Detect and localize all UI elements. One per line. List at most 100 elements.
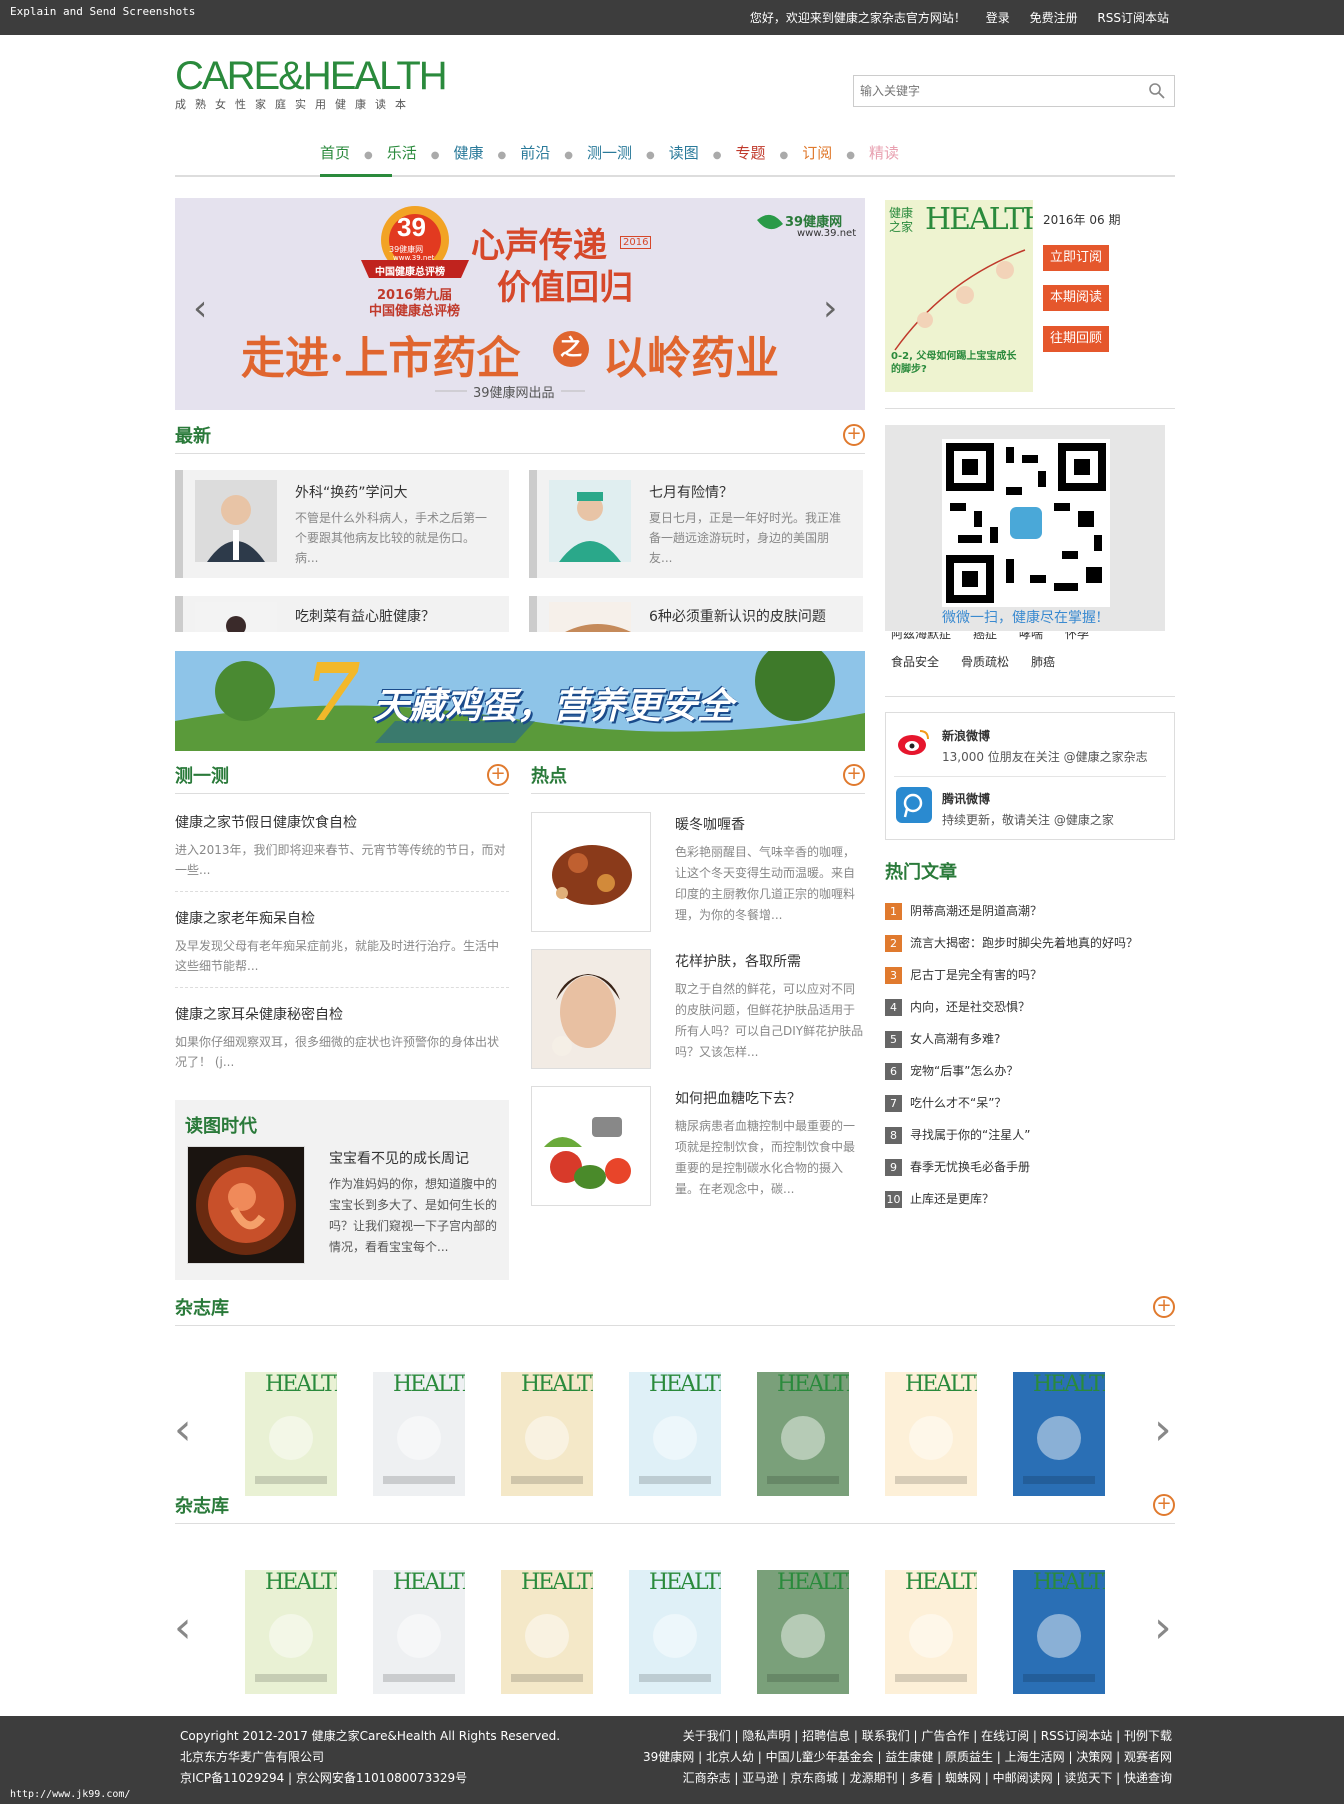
latest-title-2[interactable]: 七月有险情？ (649, 482, 733, 502)
social-name-2[interactable]: 腾讯微博 (942, 790, 990, 807)
weibo-icon[interactable] (896, 727, 932, 757)
latest-title-1[interactable]: 外科“换药”学问大 (295, 482, 408, 502)
library-next-arrow[interactable]: › (1154, 1408, 1172, 1452)
library-more-icon[interactable]: + (1153, 1494, 1175, 1516)
hot-item[interactable]: 如何把血糖吃下去？ 糖尿病患者血糖控制中最重要的一项就是控制饮食，而控制饮食中最… (531, 1086, 865, 1206)
latest-card[interactable]: 外科“换药”学问大 不管是什么外科病人，手术之后第一个要跟其他病友比较的就是伤口… (175, 470, 509, 578)
magazine-cover-thumb[interactable]: HEALTH (757, 1570, 849, 1694)
subscribe-button[interactable]: 立即订阅 (1043, 245, 1109, 271)
hot-article-title[interactable]: 寻找属于你的“注星人” (910, 1128, 1030, 1142)
test-item-title-2[interactable]: 健康之家老年痴呆自检 (175, 908, 509, 928)
latest-card[interactable]: 6种必须重新认识的皮肤问题 (529, 596, 863, 632)
nav-item[interactable]: 测一测 (587, 142, 632, 163)
read-now-button[interactable]: 本期阅读 (1043, 285, 1109, 311)
hot-article-item[interactable]: 5 女人高潮有多难? (885, 1030, 1175, 1062)
search-icon[interactable] (1148, 82, 1166, 100)
nav-item[interactable]: 健康 (454, 142, 484, 163)
latest-title-3[interactable]: 吃刺菜有益心脏健康？ (295, 606, 435, 626)
magazine-cover-thumb[interactable]: HEALTH (757, 1372, 849, 1496)
hot-article-item[interactable]: 9 春季无忧换毛必备手册 (885, 1158, 1175, 1190)
tag-button[interactable]: 阿兹海默症 (885, 632, 958, 645)
past-issues-button[interactable]: 往期回顾 (1043, 326, 1109, 352)
hot-article-item[interactable]: 6 宠物“后事”怎么办？ (885, 1062, 1175, 1094)
register-link[interactable]: 免费注册 (1030, 11, 1078, 25)
hot-article-item[interactable]: 8 寻找属于你的“注星人” (885, 1126, 1175, 1158)
tag-button[interactable]: 食品安全 (885, 650, 946, 673)
hot-article-title[interactable]: 女人高潮有多难? (910, 1032, 1000, 1046)
magazine-cover-thumb[interactable]: HEALTH (245, 1570, 337, 1694)
hot-article-item[interactable]: 2 流言大揭密：跑步时脚尖先着地真的好吗？ (885, 934, 1175, 966)
magazine-cover-thumb[interactable]: HEALTH (1013, 1372, 1105, 1496)
magazine-cover-thumb[interactable]: HEALTH (885, 1570, 977, 1694)
nav-item[interactable]: 订阅 (802, 142, 832, 163)
latest-card[interactable]: 吃刺菜有益心脏健康？ (175, 596, 509, 632)
magazine-cover-thumb[interactable]: HEALTH (629, 1570, 721, 1694)
hot-article-title[interactable]: 止库还是更库？ (910, 1192, 994, 1206)
nav-item[interactable]: 首页 (320, 142, 350, 163)
latest-card[interactable]: 七月有险情？ 夏日七月，正是一年好时光。我正准备一趟远途游玩时，身边的美国朋友.… (529, 470, 863, 578)
library-next-arrow[interactable]: › (1154, 1606, 1172, 1650)
login-link[interactable]: 登录 (986, 11, 1010, 25)
test-item-title-1[interactable]: 健康之家节假日健康饮食自检 (175, 812, 509, 832)
hot-article-item[interactable]: 3 尼古丁是完全有害的吗？ (885, 966, 1175, 998)
nav-item[interactable]: 精读 (869, 142, 899, 163)
tag-button[interactable]: 骨质疏松 (955, 650, 1016, 673)
hot-article-title[interactable]: 阴蒂高潮还是阴道高潮？ (910, 904, 1042, 918)
library-more-icon[interactable]: + (1153, 1296, 1175, 1318)
hot-more-icon[interactable]: + (843, 764, 865, 786)
reading-item-title[interactable]: 宝宝看不见的成长周记 (329, 1148, 469, 1168)
hot-article-title[interactable]: 春季无忧换毛必备手册 (910, 1160, 1030, 1174)
magazine-cover-thumb[interactable]: HEALTH (501, 1570, 593, 1694)
hero-banner[interactable]: 39 39健康网 www.39.net 中国健康总评榜 2016第九届 中国健康… (175, 198, 865, 410)
nav-item[interactable]: 读图 (669, 142, 699, 163)
hot-item-title-3[interactable]: 如何把血糖吃下去？ (675, 1088, 801, 1108)
test-item-title-3[interactable]: 健康之家耳朵健康秘密自检 (175, 1004, 509, 1024)
footer-links-row1[interactable]: 关于我们 | 隐私声明 | 招聘信息 | 联系我们 | 广告合作 | 在线订阅 … (643, 1726, 1172, 1747)
library-prev-arrow[interactable]: ‹ (174, 1408, 192, 1452)
list-item[interactable]: 健康之家节假日健康饮食自检 进入2013年，我们即将迎来春节、元宵节等传统的节日… (175, 812, 509, 892)
nav-item[interactable]: 专题 (736, 142, 766, 163)
magazine-cover-thumb[interactable]: HEALTH (373, 1570, 465, 1694)
tag-button[interactable]: 肺癌 (1025, 650, 1062, 673)
test-more-icon[interactable]: + (487, 764, 509, 786)
rss-link[interactable]: RSS订阅本站 (1097, 11, 1169, 25)
hot-article-item[interactable]: 4 内向，还是社交恐惧？ (885, 998, 1175, 1030)
magazine-cover-thumb[interactable]: HEALTH (501, 1372, 593, 1496)
tag-button[interactable]: 哮喘 (1013, 632, 1050, 645)
latest-more-icon[interactable]: + (843, 424, 865, 446)
magazine-cover-thumb[interactable]: HEALTH (1013, 1570, 1105, 1694)
hot-article-title[interactable]: 流言大揭密：跑步时脚尖先着地真的好吗？ (910, 936, 1138, 950)
magazine-cover-thumb[interactable]: HEALTH (885, 1372, 977, 1496)
ad-banner[interactable]: 7 天藏鸡蛋，营养更安全 (175, 651, 865, 751)
magazine-cover-thumb[interactable]: HEALTH (245, 1372, 337, 1496)
footer-icp[interactable]: 京ICP备11029294 | 京公网安备1101080073329号 (180, 1768, 560, 1789)
hot-item[interactable]: 暖冬咖喱香 色彩艳丽醒目、气味辛香的咖喱，让这个冬天变得生动而温暖。来自印度的主… (531, 812, 865, 932)
hot-item-title-2[interactable]: 花样护肤，各取所需 (675, 951, 801, 971)
list-item[interactable]: 健康之家老年痴呆自检 及早发现父母有老年痴呆症前兆，就能及时进行治疗。生活中这些… (175, 892, 509, 988)
banner-prev-arrow[interactable]: ‹ (193, 288, 207, 329)
tag-button[interactable]: 怀孕 (1059, 632, 1096, 645)
tag-button[interactable]: 癌症 (967, 632, 1004, 645)
magazine-cover-thumb[interactable]: HEALTH (629, 1372, 721, 1496)
nav-item[interactable]: 乐活 (387, 142, 417, 163)
footer-links-row3[interactable]: 汇商杂志 | 亚马逊 | 京东商城 | 龙源期刊 | 多看 | 蜘蛛网 | 中邮… (643, 1768, 1172, 1789)
latest-title-4[interactable]: 6种必须重新认识的皮肤问题 (649, 606, 826, 626)
hot-article-item[interactable]: 1 阴蒂高潮还是阴道高潮？ (885, 902, 1175, 934)
hot-article-title[interactable]: 尼古丁是完全有害的吗？ (910, 968, 1042, 982)
site-logo[interactable]: CARE&HEALTH 成熟女性家庭实用健康读本 (175, 56, 448, 112)
hot-article-title[interactable]: 内向，还是社交恐惧？ (910, 1000, 1030, 1014)
hot-article-item[interactable]: 7 吃什么才不“呆”？ (885, 1094, 1175, 1126)
hot-item[interactable]: 花样护肤，各取所需 取之于自然的鲜花，可以应对不同的皮肤问题，但鲜花护肤品适用于… (531, 949, 865, 1069)
magazine-cover[interactable]: 健康之家 HEALTH 0-2, 父母如何踢上宝宝成长的脚步? (885, 200, 1033, 392)
hot-item-title-1[interactable]: 暖冬咖喱香 (675, 814, 745, 834)
tencent-weibo-icon[interactable] (896, 787, 932, 823)
footer-links-row2[interactable]: 39健康网 | 北京人幼 | 中国儿童少年基金会 | 益生康健 | 原质益生 |… (643, 1747, 1172, 1768)
fetus-image[interactable] (187, 1146, 305, 1264)
list-item[interactable]: 健康之家耳朵健康秘密自检 如果你仔细观察双耳，很多细微的症状也许预警你的身体出状… (175, 988, 509, 1084)
magazine-cover-thumb[interactable]: HEALTH (373, 1372, 465, 1496)
hot-article-item[interactable]: 10 止库还是更库？ (885, 1190, 1175, 1222)
hot-article-title[interactable]: 宠物“后事”怎么办？ (910, 1064, 1018, 1078)
social-name-1[interactable]: 新浪微博 (942, 727, 990, 744)
nav-item[interactable]: 前沿 (520, 142, 550, 163)
search-input[interactable] (854, 76, 1134, 106)
